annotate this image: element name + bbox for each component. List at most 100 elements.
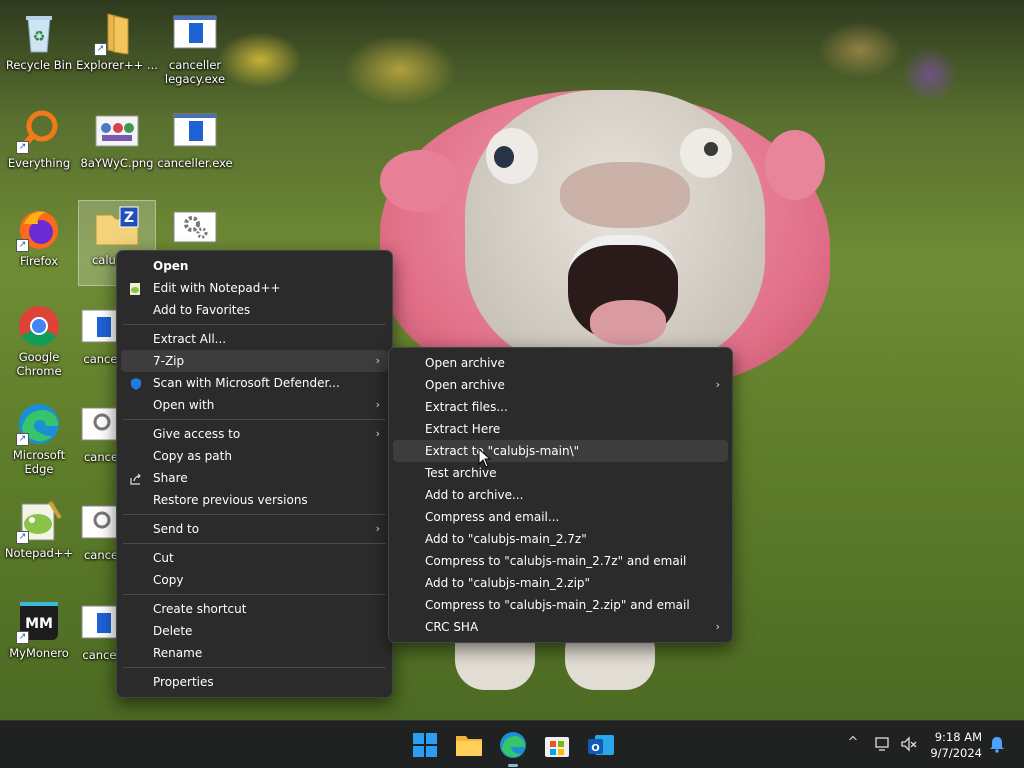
svg-text:MM: MM [25,616,53,632]
wallpaper-sheep-nose [560,162,690,228]
windows-start-icon[interactable] [410,730,440,760]
menu-separator [123,543,386,544]
file-context-menu: Open Edit with Notepad++ Add to Favorite… [116,250,393,698]
menu-item-properties[interactable]: Properties [121,671,388,693]
menu-item-restore-versions[interactable]: Restore previous versions [121,489,388,511]
desktop-icon-image-file[interactable]: 8aYWyC.png [78,104,156,194]
menu-item-extract-all[interactable]: Extract All... [121,328,388,350]
clock-date: 9/7/2024 [930,746,982,760]
zip-item-open-archive-sub[interactable]: Open archive › [393,374,728,396]
taskbar-clock[interactable]: 9:18 AM 9/7/2024 [930,729,982,761]
wallpaper-sheep-eye [680,128,732,178]
menu-item-copy-as-path[interactable]: Copy as path [121,445,388,467]
menu-item-delete[interactable]: Delete [121,620,388,642]
desktop-icon-explorerpp[interactable]: ↗ Explorer++ ... [76,6,158,96]
desktop-icon-firefox[interactable]: ↗ Firefox [0,202,78,292]
menu-item-send-to[interactable]: Send to › [121,518,388,540]
wallpaper-sheep-ear [765,130,825,200]
menu-separator [123,419,386,420]
desktop-icon-notepadpp[interactable]: ↗ Notepad++ [0,494,78,584]
svg-text:Z: Z [124,210,134,226]
settings-exe-icon [172,206,218,252]
zip-item-test-archive[interactable]: Test archive [393,462,728,484]
exe-icon [172,108,218,154]
zip-item-extract-to-folder[interactable]: Extract to "calubjs-main\" [393,440,728,462]
zip-item-compress-zip-email[interactable]: Compress to "calubjs-main_2.zip" and ema… [393,594,728,616]
shortcut-arrow-icon: ↗ [16,141,29,154]
svg-text:O: O [591,743,600,754]
zip-item-add-7z[interactable]: Add to "calubjs-main_2.7z" [393,528,728,550]
menu-item-open[interactable]: Open [121,255,388,277]
desktop-icon-everything[interactable]: ↗ Everything [0,104,78,194]
desktop-icon-settings-exe[interactable] [156,202,234,252]
microsoft-store-icon[interactable] [542,730,572,760]
zip-item-crc-sha[interactable]: CRC SHA › [393,616,728,638]
volume-muted-icon[interactable] [900,735,918,753]
desktop-icon-canceller-legacy[interactable]: canceller legacy.exe [156,6,234,96]
menu-item-rename[interactable]: Rename [121,642,388,664]
magnifier-icon: ↗ [16,108,62,154]
menu-separator [123,667,386,668]
desktop-icon-canceller-5[interactable]: cancel [78,596,118,686]
menu-item-give-access[interactable]: Give access to › [121,423,388,445]
edge-icon[interactable] [498,730,528,760]
running-indicator [508,764,518,767]
menu-item-copy[interactable]: Copy [121,569,388,591]
taskbar: O ^ 9:18 AM 9/7/2024 [0,720,1024,768]
desktop-icon-canceller-2[interactable]: cancel [78,300,118,390]
menu-item-open-with[interactable]: Open with › [121,394,388,416]
menu-separator [123,514,386,515]
desktop-icon-label: cance [83,548,118,562]
shortcut-arrow-icon: ↗ [94,43,107,56]
edge-icon: ↗ [16,400,62,446]
share-icon [129,471,143,485]
desktop-icon-label: canceller.exe [157,156,233,170]
menu-item-cut[interactable]: Cut [121,547,388,569]
tray-overflow-chevron-icon[interactable]: ^ [844,735,862,753]
file-explorer-icon[interactable] [454,730,484,760]
desktop-icon-canceller-3[interactable]: cance [78,398,118,488]
desktop-icon-label: cancel [82,648,118,662]
notepadpp-icon: ↗ [16,498,62,544]
desktop-icon-label: Everything [7,156,71,170]
outlook-icon[interactable]: O [586,730,616,760]
desktop-icon-label: canceller legacy.exe [164,58,226,86]
chevron-right-icon: › [375,354,380,367]
svg-text:♻: ♻ [33,29,46,45]
notification-bell-icon[interactable] [988,735,1006,753]
zip-item-compress-email[interactable]: Compress and email... [393,506,728,528]
desktop-icon-canceller-4[interactable]: cance [78,496,118,586]
notepadpp-icon [129,281,143,295]
defender-shield-icon [129,376,143,390]
zip-item-extract-here[interactable]: Extract Here [393,418,728,440]
zip-item-open-archive[interactable]: Open archive [393,352,728,374]
desktop-icon-mymonero[interactable]: MM ↗ MyMonero [0,594,78,684]
network-icon[interactable] [874,735,892,753]
zip-item-add-zip[interactable]: Add to "calubjs-main_2.zip" [393,572,728,594]
recycle-bin-icon: ♻ [16,10,62,56]
menu-item-edit-notepadpp[interactable]: Edit with Notepad++ [121,277,388,299]
desktop-icon-label: Notepad++ [4,546,74,560]
chevron-right-icon: › [715,620,720,633]
menu-item-scan-defender[interactable]: Scan with Microsoft Defender... [121,372,388,394]
chrome-icon [16,302,62,348]
zip-item-add-to-archive[interactable]: Add to archive... [393,484,728,506]
shortcut-arrow-icon: ↗ [16,631,29,644]
desktop-icon-canceller[interactable]: canceller.exe [156,104,234,194]
zip-folder-icon: Z [94,205,140,251]
desktop-icon-chrome[interactable]: Google Chrome [0,298,78,388]
zip-item-extract-files[interactable]: Extract files... [393,396,728,418]
zip-item-compress-7z-email[interactable]: Compress to "calubjs-main_2.7z" and emai… [393,550,728,572]
desktop-icon-recycle-bin[interactable]: ♻ Recycle Bin [0,6,78,96]
exe-icon [172,10,218,56]
desktop-icon-label: Explorer++ ... [76,58,158,72]
wallpaper-sheep-tongue [590,300,666,345]
shortcut-arrow-icon: ↗ [16,433,29,446]
menu-item-create-shortcut[interactable]: Create shortcut [121,598,388,620]
exe-icon [80,500,118,546]
menu-item-7zip[interactable]: 7-Zip › [121,350,388,372]
folder-icon: ↗ [94,10,140,56]
menu-item-add-favorites[interactable]: Add to Favorites [121,299,388,321]
menu-item-share[interactable]: Share [121,467,388,489]
desktop-icon-edge[interactable]: ↗ Microsoft Edge [0,396,78,486]
